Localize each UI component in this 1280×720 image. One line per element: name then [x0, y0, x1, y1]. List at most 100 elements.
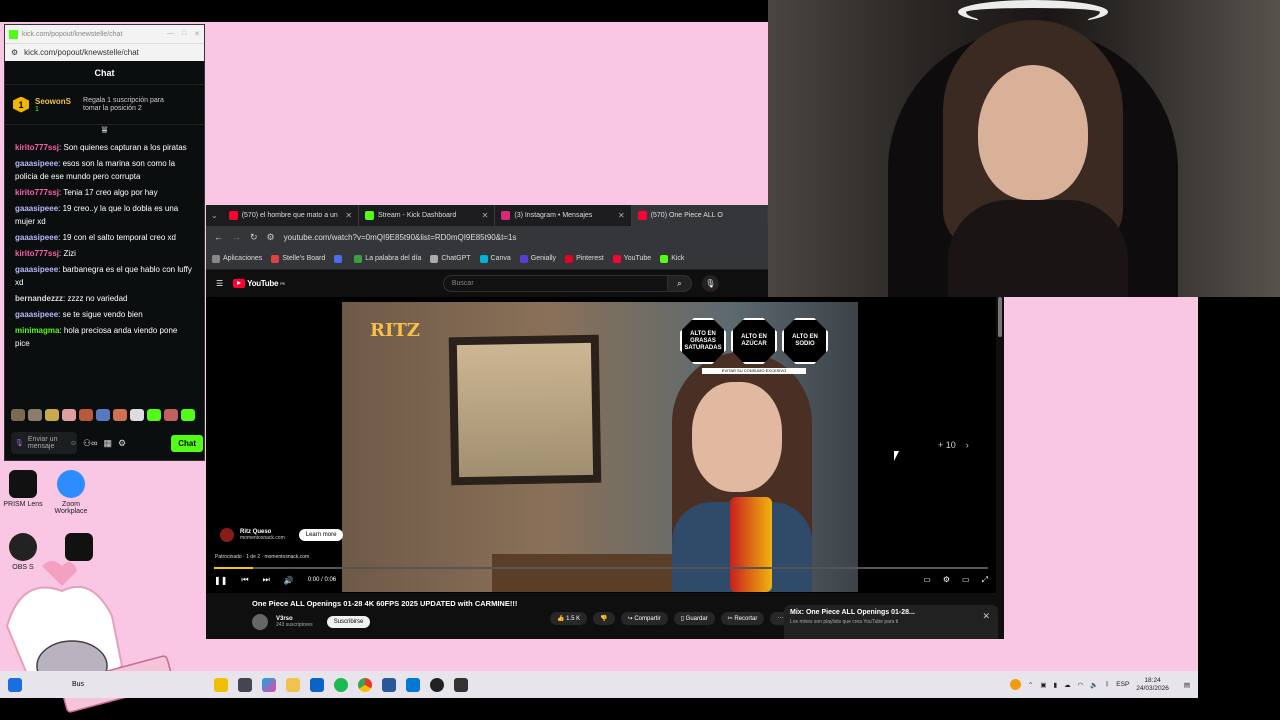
star-icon[interactable] — [214, 677, 229, 692]
settings-icon[interactable]: ⚙ — [118, 438, 126, 449]
share-button[interactable]: ↪ Compartir — [620, 612, 668, 625]
site-settings-icon[interactable]: ⚙ — [11, 48, 18, 57]
emoji-icon[interactable]: ☺ — [70, 440, 77, 447]
maximize-icon[interactable]: □ — [182, 30, 186, 38]
menu-icon[interactable]: ☰ — [216, 279, 223, 288]
chat-input[interactable]: 🎙 Enviar un mensaje ☺ — [11, 432, 77, 454]
emote-icon[interactable] — [96, 409, 110, 421]
emote-icon[interactable] — [79, 409, 93, 421]
search-icon[interactable]: ⌕ — [667, 275, 692, 292]
mix-playlist-panel[interactable]: Mix: One Piece ALL Openings 01-28... Los… — [784, 605, 998, 639]
voice-search-icon[interactable]: 🎙 — [701, 275, 719, 292]
forward-icon[interactable]: → — [232, 232, 241, 242]
copilot-icon[interactable] — [262, 677, 277, 692]
browser-tab[interactable]: (3) Instagram • Mensajes ✕ — [495, 205, 632, 226]
notification-badge-icon[interactable] — [1009, 679, 1021, 690]
pause-icon[interactable]: ❚❚ — [214, 576, 227, 585]
theater-mode-icon[interactable]: ▭ — [962, 575, 970, 585]
bookmark-item[interactable]: YouTube — [612, 254, 651, 263]
battery-icon[interactable]: ▮ — [1054, 681, 1058, 689]
language-indicator[interactable]: ESP — [1116, 681, 1129, 688]
volume-icon[interactable]: 🔊 — [284, 576, 294, 585]
search-input[interactable]: Buscar — [442, 275, 668, 292]
users-icon[interactable]: ⚇∞ — [83, 438, 97, 449]
emote-icon[interactable] — [164, 409, 178, 421]
tab-close-icon[interactable]: ✕ — [618, 211, 625, 220]
subscribe-button[interactable]: Suscribirse — [326, 616, 371, 628]
back-icon[interactable]: ← — [214, 232, 223, 242]
chat-username[interactable]: kirito777ssj — [15, 188, 59, 197]
chat-username[interactable]: minimagma — [15, 326, 59, 335]
tab-close-icon[interactable]: ✕ — [345, 211, 352, 220]
mic-icon[interactable]: 🎙 — [15, 439, 24, 447]
chat-username[interactable]: gaaasipeee — [15, 310, 58, 319]
channel-avatar[interactable] — [252, 614, 268, 630]
browser-tab[interactable]: (570) One Piece ALL O — [631, 205, 769, 226]
emote-icon[interactable] — [45, 409, 59, 421]
ad-video[interactable]: RITZ ALTO EN GRASAS SATURADAS ALTO EN AZ… — [342, 302, 858, 592]
emote-icon[interactable] — [181, 409, 195, 421]
chat-username[interactable]: gaaasipeee — [15, 204, 58, 213]
bookmark-item[interactable]: Aplicaciones — [212, 254, 262, 263]
bluetooth-icon[interactable]: ᛒ — [1105, 681, 1109, 688]
emote-icon[interactable] — [147, 409, 161, 421]
chevron-up-icon[interactable]: ⌃ — [1028, 681, 1033, 689]
collapse-icon[interactable]: ⩸ — [5, 125, 204, 137]
dislike-button[interactable]: 👎 — [593, 612, 615, 625]
tab-search-icon[interactable]: ⌄ — [206, 211, 223, 220]
task-view-icon[interactable] — [238, 677, 253, 692]
close-icon[interactable]: ✕ — [982, 611, 990, 622]
chat-username[interactable]: bernandezzz — [15, 294, 63, 303]
skip-ad[interactable]: + 10 › — [938, 440, 969, 450]
fullscreen-icon[interactable]: ⤢ — [982, 575, 988, 585]
cloud-icon[interactable]: ☁ — [1064, 681, 1071, 689]
outlook-icon[interactable] — [310, 677, 325, 692]
app-icon[interactable] — [406, 677, 421, 692]
volume-icon[interactable]: 🔈 — [1090, 681, 1098, 689]
bookmark-item[interactable]: Genially — [519, 254, 556, 263]
chat-username[interactable]: gaaasipeee — [15, 233, 58, 242]
save-button[interactable]: ▯ Guardar — [673, 612, 715, 625]
file-explorer-icon[interactable] — [286, 677, 301, 692]
page-scrollbar[interactable] — [998, 297, 1002, 337]
subtitles-icon[interactable]: ▭ — [923, 575, 931, 585]
clip-button[interactable]: ✂ Recortar — [720, 612, 765, 625]
emote-icon[interactable] — [113, 409, 127, 421]
desktop-icon-prism[interactable]: PRISM Lens — [0, 470, 46, 508]
bookmark-item[interactable]: La palabra del día — [354, 254, 421, 263]
spotify-icon[interactable] — [334, 677, 349, 692]
close-icon[interactable]: ✕ — [194, 30, 200, 38]
clock[interactable]: 18:24 24/03/2026 — [1136, 677, 1169, 693]
chat-username[interactable]: kirito777ssj — [15, 249, 59, 258]
notifications-icon[interactable]: ▤ — [1184, 681, 1190, 689]
bookmark-item[interactable]: Stelle's Board — [271, 254, 325, 263]
wifi-icon[interactable]: ◠ — [1078, 681, 1084, 689]
chat-send-button[interactable]: Chat — [171, 434, 203, 452]
bookmark-item[interactable]: Pinterest — [565, 254, 604, 263]
emote-icon[interactable] — [28, 409, 42, 421]
ad-progress-bar[interactable] — [214, 567, 988, 569]
site-info-icon[interactable]: ⚙ — [267, 232, 275, 243]
reload-icon[interactable]: ↻ — [250, 232, 258, 243]
tray-app-icon[interactable]: ▣ — [1040, 681, 1046, 689]
chat-username[interactable]: kirito777ssj — [15, 143, 59, 152]
taskbar-search[interactable]: Bus — [72, 681, 84, 688]
desktop-icon-zoom[interactable]: Zoom Workplace — [48, 470, 94, 515]
next-icon[interactable]: ⏭ — [263, 575, 270, 585]
advertiser-logo[interactable] — [220, 528, 234, 542]
previous-icon[interactable]: ⏮ — [241, 575, 248, 585]
bookmark-item[interactable] — [334, 254, 345, 263]
chat-username[interactable]: gaaasipeee — [15, 265, 58, 274]
capture-icon[interactable] — [454, 677, 469, 692]
word-icon[interactable] — [382, 677, 397, 692]
chrome-icon[interactable] — [358, 677, 373, 692]
youtube-logo[interactable]: YouTube PE — [233, 279, 285, 288]
bookmark-item[interactable]: Canva — [479, 254, 511, 263]
pinned-gifter[interactable]: 1 SeowonS 1 Regala 1 suscripción para to… — [5, 85, 204, 125]
chat-url-bar[interactable]: ⚙ kick.com/popout/knewstelle/chat — [5, 43, 204, 61]
bookmark-item[interactable]: Kick — [660, 254, 684, 263]
chat-username[interactable]: gaaasipeee — [15, 159, 58, 168]
bookmark-item[interactable]: ChatGPT — [430, 254, 471, 263]
browser-tab[interactable]: Stream - Kick Dashboard ✕ — [359, 205, 496, 226]
emote-icon[interactable] — [11, 409, 25, 421]
